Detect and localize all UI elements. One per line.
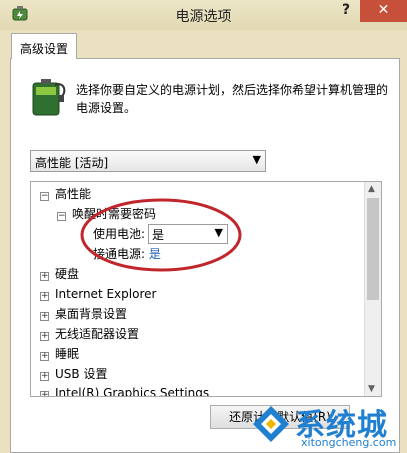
settings-tree[interactable]: − 高性能 − 唤醒时需要密码 使用电池: 是 ▼ 接通电源: 是 + 硬盘 + Int…	[30, 181, 382, 397]
collapse-icon[interactable]: −	[57, 212, 66, 221]
scroll-down-icon[interactable]: ▼	[368, 384, 375, 394]
tree-item-sleep[interactable]: + 睡眠	[40, 344, 79, 364]
description-text: 选择你要自定义的电源计划，然后选择你希望计算机管理的电源设置。	[76, 83, 389, 115]
collapse-icon[interactable]: −	[40, 192, 49, 201]
chevron-down-icon: ▼	[252, 153, 261, 166]
close-button[interactable]: ✕	[360, 0, 407, 22]
expand-icon[interactable]: +	[40, 272, 49, 281]
battery-plug-icon	[32, 79, 66, 116]
scroll-up-icon[interactable]: ▲	[368, 184, 375, 194]
plugged-in-value[interactable]: 是	[149, 247, 161, 261]
tree-item-hard-disk[interactable]: + 硬盘	[40, 264, 79, 284]
scrollbar-thumb[interactable]	[367, 198, 379, 300]
tree-item-high-performance[interactable]: − 高性能	[40, 184, 91, 204]
tree-item-internet-explorer[interactable]: + Internet Explorer	[40, 284, 156, 304]
battery-value: 是	[152, 228, 165, 242]
expand-icon[interactable]: +	[40, 372, 49, 381]
tab-advanced-settings[interactable]: 高级设置	[11, 33, 77, 59]
expand-icon[interactable]: +	[40, 391, 49, 396]
tree-item-desktop-background[interactable]: + 桌面背景设置	[40, 304, 127, 324]
watermark-logo-icon	[253, 406, 289, 442]
help-button[interactable]: ?	[336, 2, 356, 22]
expand-icon[interactable]: +	[40, 332, 49, 341]
tree-item-intel-graphics[interactable]: + Intel(R) Graphics Settings	[40, 383, 209, 396]
tree-item-usb-settings[interactable]: + USB 设置	[40, 364, 107, 384]
power-plan-select[interactable]: 高性能 [活动] ▼	[30, 150, 266, 172]
tree-scrollbar[interactable]: ▲ ▼	[364, 182, 381, 396]
battery-value-select[interactable]: 是 ▼	[148, 224, 228, 244]
expand-icon[interactable]: +	[40, 312, 49, 321]
power-plan-value: 高性能 [活动]	[35, 156, 109, 170]
plugged-in-label: 接通电源:	[93, 247, 146, 261]
battery-setting-label: 使用电池:	[93, 227, 146, 241]
expand-icon[interactable]: +	[40, 352, 49, 361]
plugged-in-setting[interactable]: 接通电源: 是	[93, 244, 161, 264]
expand-icon[interactable]: +	[40, 292, 49, 301]
chevron-down-icon: ▼	[214, 226, 223, 239]
tree-item-wake-password[interactable]: − 唤醒时需要密码	[57, 204, 156, 224]
watermark-en-text: xitongcheng.com	[301, 436, 397, 449]
watermark: 系统城 xitongcheng.com	[245, 398, 407, 453]
title-bar: 电源选项 ? ✕	[0, 0, 407, 30]
tree-item-wireless-adapter[interactable]: + 无线适配器设置	[40, 324, 139, 344]
